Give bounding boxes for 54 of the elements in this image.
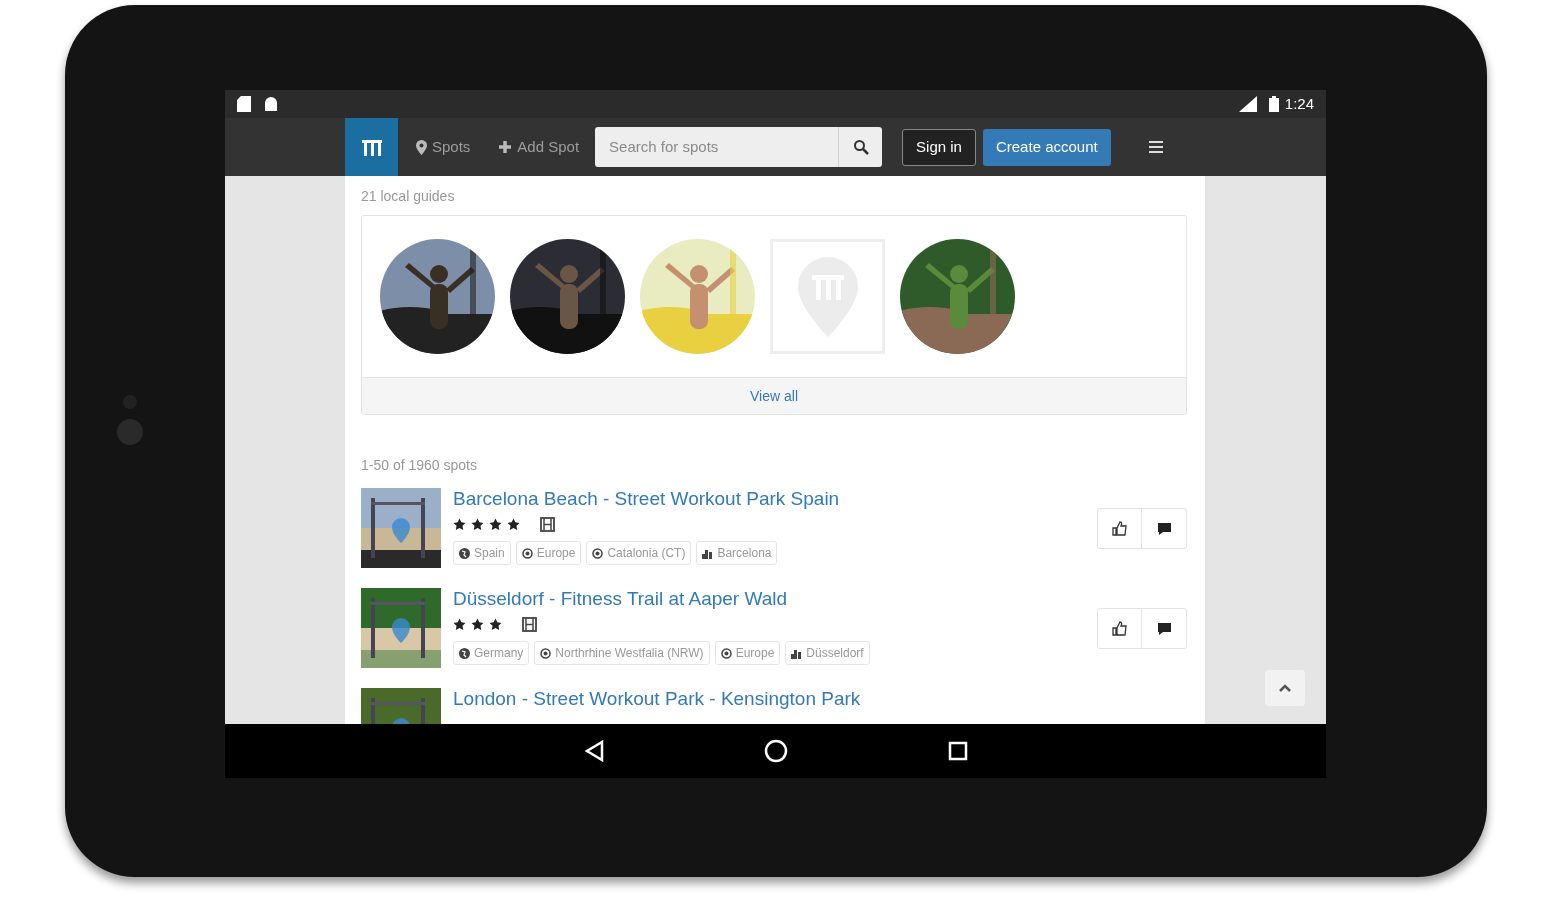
recents-icon[interactable] [947, 741, 968, 761]
logo-icon[interactable] [345, 118, 398, 176]
create-account-button[interactable]: Create account [982, 128, 1111, 166]
search-icon [852, 139, 869, 155]
globe-icon [459, 647, 470, 659]
add-spot-link[interactable]: Add Spot [498, 135, 580, 159]
spot-title-link[interactable]: London - Street Workout Park - Kensington Park [453, 688, 1189, 710]
location-tag[interactable]: Düsseldorf [785, 641, 870, 665]
signal-icon [1238, 96, 1257, 112]
spot-title-link[interactable]: Barcelona Beach - Street Workout Park Spain [453, 488, 1085, 510]
star-icon [453, 617, 466, 631]
search-button[interactable] [838, 127, 883, 167]
star-icon [471, 617, 484, 631]
location-tag[interactable]: Northrhine Westfalia (NRW) [534, 641, 710, 665]
location-tag[interactable]: Spain [453, 541, 511, 565]
spots-link[interactable]: Spots [416, 135, 471, 159]
star-icon [453, 517, 466, 531]
menu-icon[interactable] [1147, 140, 1164, 154]
sd-card-icon [237, 96, 251, 112]
buildings-icon [702, 547, 714, 559]
clock-time: 1:24 [1284, 93, 1314, 114]
pin-icon [416, 139, 427, 155]
target-icon [540, 647, 552, 659]
back-icon[interactable] [583, 740, 604, 762]
target-icon [521, 547, 533, 559]
chevron-up-icon [1279, 684, 1291, 692]
location-tag[interactable]: Germany [453, 641, 530, 665]
view-all-link[interactable]: View all [362, 377, 1186, 414]
battery-icon [1268, 96, 1279, 112]
search-field[interactable]: Search for spots [595, 127, 839, 167]
plus-icon [498, 140, 513, 154]
target-icon [720, 647, 732, 659]
buildings-icon [791, 647, 803, 659]
speech-bubble-icon [1156, 521, 1172, 536]
globe-icon [459, 547, 470, 559]
spots-count: 1-50 of 1960 spots [361, 456, 478, 475]
thumbs-up-icon [1112, 621, 1127, 636]
location-tag[interactable]: Catalonia (CT) [586, 541, 692, 565]
home-icon[interactable] [763, 739, 788, 763]
sign-in-button[interactable]: Sign in [902, 128, 976, 166]
guides-heading: 21 local guides [361, 187, 456, 206]
star-icon [489, 517, 502, 531]
star-icon [489, 617, 502, 631]
location-tag[interactable]: Europe [714, 641, 781, 665]
star-icon [507, 517, 520, 531]
target-icon [592, 547, 604, 559]
speech-bubble-icon [1156, 621, 1172, 636]
location-tag[interactable]: Europe [515, 541, 582, 565]
location-tag[interactable]: Barcelona [696, 541, 778, 565]
thumbs-up-icon [1112, 521, 1127, 536]
film-icon [540, 516, 555, 532]
film-icon [522, 616, 537, 632]
star-icon [471, 517, 484, 531]
spot-title-link[interactable]: Düsseldorf - Fitness Trail at Aaper Wald [453, 588, 1085, 610]
